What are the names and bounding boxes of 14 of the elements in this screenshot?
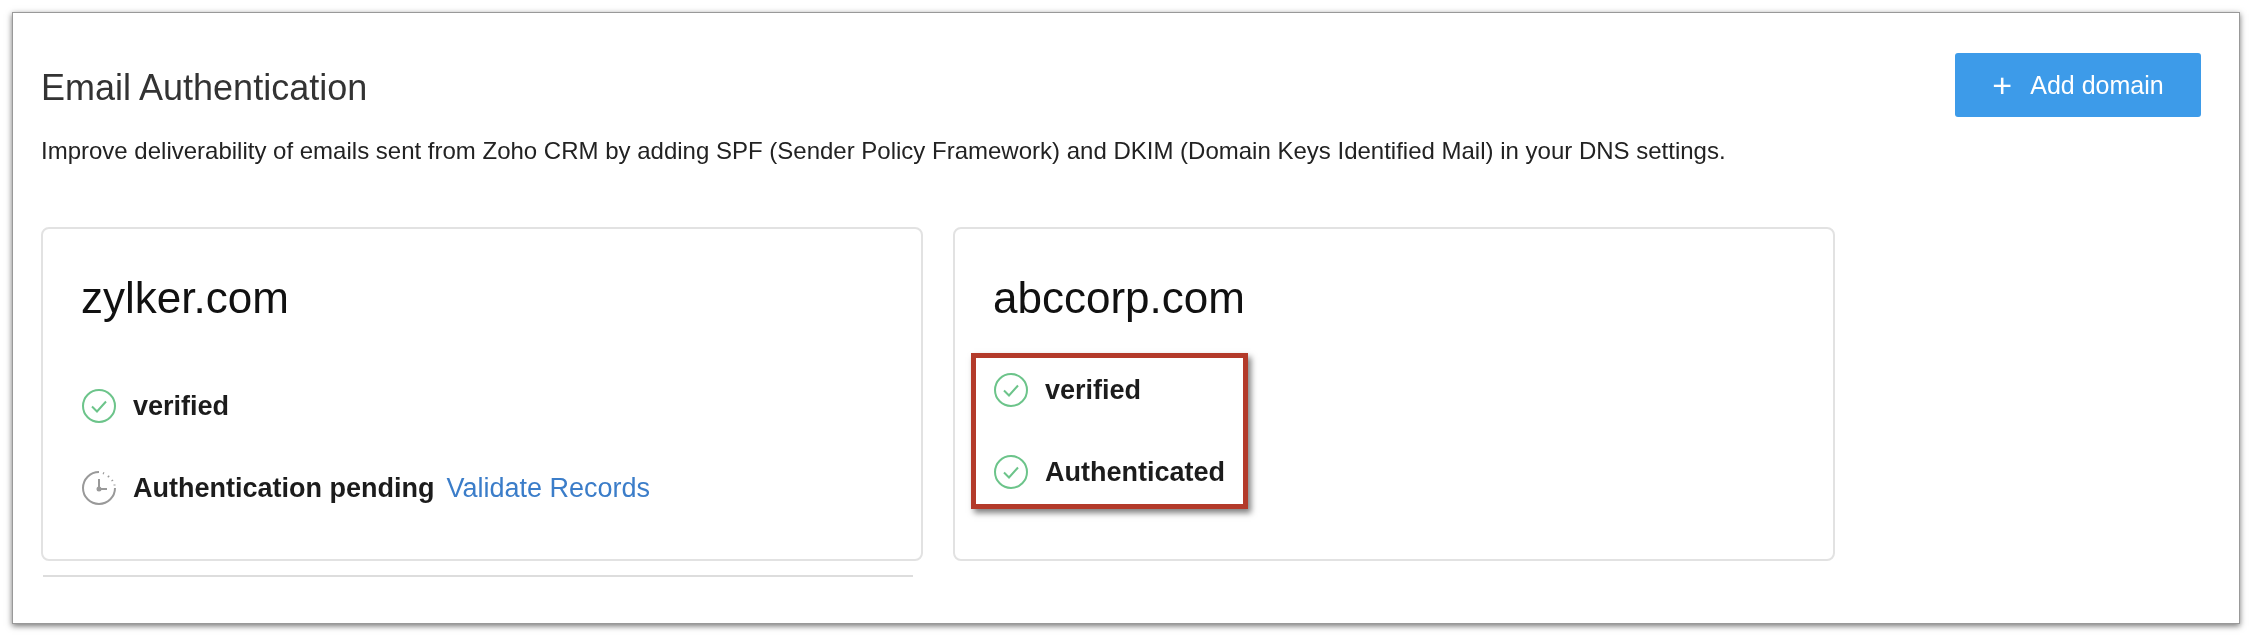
- check-circle-icon: [993, 454, 1029, 490]
- clock-icon: [81, 470, 117, 506]
- status-text: verified: [133, 390, 230, 422]
- validate-records-link[interactable]: Validate Records: [446, 472, 651, 504]
- domain-name: zylker.com: [81, 273, 289, 323]
- domain-name: abccorp.com: [993, 273, 1245, 323]
- add-domain-button[interactable]: + Add domain: [1955, 53, 2201, 117]
- status-text: verified: [1045, 374, 1142, 406]
- status-text: Authentication pending: [133, 472, 435, 504]
- description-text: Improve deliverability of emails sent from Zoho CRM by adding SPF (Sender Policy Framework) and DKIM (Domain Keys Identified Mail) in your DNS settings.: [41, 137, 1727, 165]
- status-text: Authenticated: [1045, 456, 1225, 488]
- check-circle-icon: [993, 372, 1029, 408]
- page-title: Email Authentication: [41, 67, 368, 109]
- check-circle-icon: [81, 388, 117, 424]
